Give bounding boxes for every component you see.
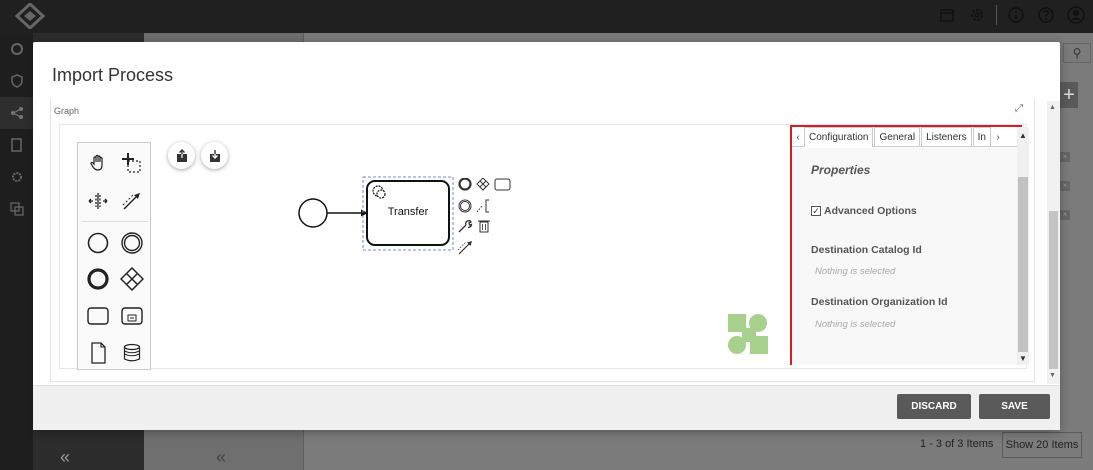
destination-catalog-label: Destination Catalog Id bbox=[811, 244, 922, 256]
checkmark-icon[interactable]: ✓ bbox=[811, 206, 821, 216]
modal-footer: DISCARD SAVE bbox=[33, 385, 1060, 430]
start-event-icon[interactable] bbox=[84, 229, 112, 257]
properties-tabs: ‹ Configuration General Listeners In › bbox=[792, 127, 1017, 147]
task-icon[interactable] bbox=[84, 302, 112, 330]
graph-section: Graph ⤢ Transfer ‹ Configuration General… bbox=[50, 100, 1035, 382]
modal-title: Import Process bbox=[52, 65, 174, 85]
destination-organization-select[interactable]: Nothing is selected bbox=[815, 319, 895, 330]
end-event-icon[interactable] bbox=[84, 265, 112, 293]
modal-scrollbar-thumb[interactable] bbox=[1049, 211, 1058, 369]
archive-icon[interactable] bbox=[936, 4, 958, 26]
scroll-up-icon[interactable]: ▲ bbox=[1019, 131, 1027, 140]
import-icon[interactable] bbox=[201, 142, 228, 169]
tabs-scroll-left-icon[interactable]: ‹ bbox=[792, 127, 804, 147]
context-pad-task-icon bbox=[494, 178, 511, 191]
collapse-panel-icon[interactable]: « bbox=[216, 447, 226, 468]
background-row-close-icon[interactable]: × bbox=[1060, 181, 1070, 191]
service-task-marker-inner bbox=[376, 189, 386, 199]
background-row-close-icon[interactable]: × bbox=[1060, 152, 1070, 162]
space-tool-icon[interactable] bbox=[84, 187, 112, 215]
gear-icon[interactable] bbox=[966, 4, 988, 26]
import-process-modal: Import Process Graph ⤢ Transfer ‹ Config… bbox=[33, 42, 1060, 430]
info-icon[interactable] bbox=[1005, 4, 1027, 26]
modal-scroll-up-icon[interactable]: ▲ bbox=[1049, 104, 1056, 111]
tab-configuration[interactable]: Configuration bbox=[804, 127, 874, 147]
data-store-icon[interactable] bbox=[118, 339, 146, 367]
background-search-icon[interactable]: ⚲ bbox=[1063, 43, 1091, 63]
tab-input-output[interactable]: In bbox=[972, 127, 991, 147]
save-button[interactable]: SAVE bbox=[979, 394, 1050, 419]
scroll-down-icon[interactable]: ▼ bbox=[1019, 354, 1027, 363]
palette-divider bbox=[82, 221, 148, 222]
modal-scrollbar[interactable]: ▲ ▼ bbox=[1047, 101, 1060, 384]
user-avatar-icon[interactable] bbox=[1065, 4, 1087, 26]
scrollbar-thumb[interactable] bbox=[1018, 177, 1028, 352]
properties-panel: ‹ Configuration General Listeners In › P… bbox=[790, 125, 1029, 365]
pager-text: 1 - 3 of 3 Items bbox=[920, 438, 994, 450]
data-object-icon[interactable] bbox=[84, 339, 112, 367]
nav-settings-icon[interactable] bbox=[0, 161, 33, 193]
modal-body: Graph ⤢ Transfer ‹ Configuration General… bbox=[50, 100, 1051, 385]
modal-scroll-down-icon[interactable]: ▼ bbox=[1049, 372, 1056, 379]
tabs-scroll-right-icon[interactable]: › bbox=[992, 127, 1004, 147]
export-icon[interactable] bbox=[168, 142, 195, 169]
bpmn-io-watermark-icon[interactable] bbox=[728, 314, 770, 356]
app-logo-icon[interactable] bbox=[15, 3, 45, 29]
context-pad-intermediate-event-icon-inner bbox=[460, 201, 470, 211]
context-pad-end-event-icon bbox=[458, 178, 472, 191]
discard-button[interactable]: DISCARD bbox=[897, 394, 971, 419]
help-icon[interactable] bbox=[1035, 4, 1057, 26]
background-add-icon[interactable]: + bbox=[1060, 82, 1078, 108]
diagram-start-event bbox=[298, 198, 328, 228]
gateway-icon[interactable] bbox=[118, 265, 146, 293]
bpmn-palette bbox=[77, 142, 151, 370]
collapse-nav-icon[interactable]: « bbox=[60, 447, 70, 468]
context-pad-annotation-icon bbox=[476, 205, 483, 213]
tab-listeners[interactable]: Listeners bbox=[921, 127, 972, 147]
properties-scrollbar[interactable]: ▲ ▼ bbox=[1017, 127, 1029, 365]
lasso-tool-icon[interactable] bbox=[118, 149, 146, 177]
nav-process-icon[interactable] bbox=[0, 97, 33, 129]
toolbar-divider bbox=[996, 5, 997, 25]
destination-organization-label: Destination Organization Id bbox=[811, 296, 948, 308]
destination-catalog-select[interactable]: Nothing is selected bbox=[815, 266, 895, 277]
tab-general[interactable]: General bbox=[874, 127, 921, 147]
advanced-options-checkbox[interactable]: ✓ Advanced Options bbox=[811, 205, 917, 217]
hand-tool-icon[interactable] bbox=[84, 149, 112, 177]
nav-search-doc-icon[interactable] bbox=[0, 129, 33, 161]
background-row-close-icon[interactable]: × bbox=[1060, 210, 1070, 220]
advanced-options-label: Advanced Options bbox=[824, 205, 917, 217]
intermediate-event-icon[interactable] bbox=[118, 229, 146, 257]
app-top-bar bbox=[0, 0, 1093, 33]
left-nav bbox=[0, 33, 33, 470]
properties-heading: Properties bbox=[811, 163, 871, 177]
context-pad-wrench-icon bbox=[458, 220, 473, 233]
graph-label: Graph bbox=[54, 106, 80, 116]
nav-translate-icon[interactable] bbox=[0, 193, 33, 225]
context-pad-annotation-icon bbox=[485, 199, 489, 213]
context-pad bbox=[457, 178, 511, 255]
fullscreen-icon[interactable]: ⤢ bbox=[1015, 103, 1023, 114]
connect-tool-icon[interactable] bbox=[118, 187, 146, 215]
context-pad-trash-icon bbox=[479, 221, 489, 233]
bpmn-canvas[interactable]: Transfer ‹ Configuration General Listene… bbox=[59, 124, 1029, 370]
properties-body: Properties ✓ Advanced Options Destinatio… bbox=[792, 148, 1017, 365]
transfer-task-label[interactable]: Transfer bbox=[367, 206, 449, 218]
nav-dashboard-icon[interactable] bbox=[0, 33, 33, 65]
subprocess-icon[interactable] bbox=[118, 302, 146, 330]
nav-shield-icon[interactable] bbox=[0, 65, 33, 97]
show-items-button[interactable]: Show 20 Items bbox=[1002, 432, 1082, 458]
